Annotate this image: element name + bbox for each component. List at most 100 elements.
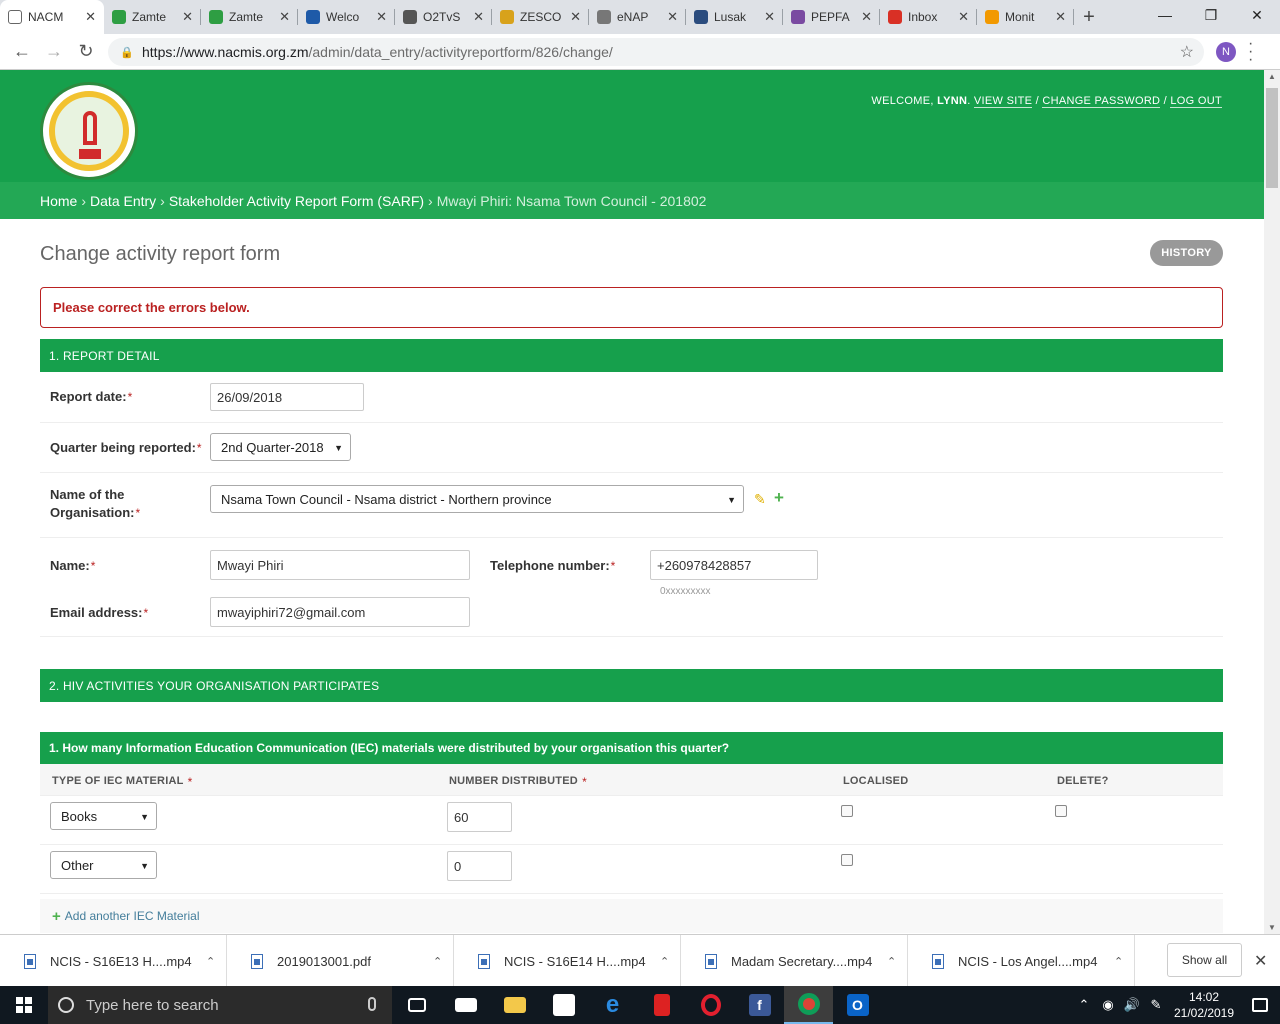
download-item[interactable]: Madam Secretary....mp4 ⌃ xyxy=(681,935,908,987)
chrome-icon[interactable] xyxy=(784,986,833,1024)
add-plus-icon[interactable]: + xyxy=(774,488,784,508)
tray-chevron-up-icon[interactable]: ⌃ xyxy=(1072,997,1096,1013)
minimize-icon[interactable]: — xyxy=(1142,0,1188,30)
breadcrumb-home[interactable]: Home xyxy=(40,193,77,209)
name-input[interactable]: Mwayi Phiri xyxy=(210,550,470,580)
opera-icon[interactable] xyxy=(686,986,735,1024)
chevron-up-icon[interactable]: ⌃ xyxy=(887,955,907,968)
browser-tab[interactable]: ZESCO ✕ xyxy=(492,0,589,34)
edit-pencil-icon[interactable]: ✎ xyxy=(754,491,766,508)
download-name: Madam Secretary....mp4 xyxy=(731,953,873,969)
browser-menu-icon[interactable]: · · · xyxy=(1248,36,1253,68)
new-tab-button[interactable]: + xyxy=(1074,0,1104,34)
tab-title: Lusak xyxy=(714,10,747,24)
download-item[interactable]: NCIS - S16E14 H....mp4 ⌃ xyxy=(454,935,681,987)
number-distributed-input[interactable]: 0 xyxy=(447,851,512,881)
page-scrollbar[interactable]: ▲ ▼ xyxy=(1264,70,1280,934)
forward-icon[interactable]: → xyxy=(38,36,70,68)
tab-close-icon[interactable]: ✕ xyxy=(861,9,872,25)
volume-icon[interactable]: 🔊 xyxy=(1120,997,1144,1013)
bookmark-star-icon[interactable]: ☆ xyxy=(1180,42,1194,62)
delete-checkbox[interactable] xyxy=(1055,805,1067,817)
view-site-link[interactable]: VIEW SITE xyxy=(973,95,1033,108)
tab-close-icon[interactable]: ✕ xyxy=(667,9,678,25)
browser-tab[interactable]: Welco ✕ xyxy=(298,0,395,34)
file-explorer-icon[interactable] xyxy=(490,986,539,1024)
scrollbar-thumb[interactable] xyxy=(1266,88,1278,188)
iec-question-heading: 1. How many Information Education Commun… xyxy=(40,732,1223,764)
back-icon[interactable]: ← xyxy=(6,36,38,68)
browser-tab[interactable]: NACM ✕ xyxy=(0,0,104,34)
localised-checkbox[interactable] xyxy=(841,854,853,866)
task-view-icon[interactable] xyxy=(392,986,441,1024)
browser-tab[interactable]: eNAP ✕ xyxy=(589,0,686,34)
mail-icon[interactable] xyxy=(441,986,490,1024)
tab-close-icon[interactable]: ✕ xyxy=(376,9,387,25)
telephone-input[interactable]: +260978428857 xyxy=(650,550,818,580)
restore-icon[interactable]: ❐ xyxy=(1188,0,1234,30)
browser-tab[interactable]: O2TvS ✕ xyxy=(395,0,492,34)
close-window-icon[interactable]: ✕ xyxy=(1234,0,1280,30)
report-date-input[interactable]: 26/09/2018 xyxy=(210,383,364,411)
start-button[interactable] xyxy=(0,986,48,1024)
chevron-up-icon[interactable]: ⌃ xyxy=(660,955,680,968)
network-icon[interactable]: ◉ xyxy=(1096,997,1120,1013)
tab-close-icon[interactable]: ✕ xyxy=(279,9,290,25)
tab-title: Zamte xyxy=(132,10,167,24)
add-iec-material-link[interactable]: + Add another IEC Material xyxy=(40,899,1223,933)
close-download-bar-icon[interactable]: ✕ xyxy=(1254,951,1267,971)
tab-close-icon[interactable]: ✕ xyxy=(570,9,581,25)
localised-checkbox[interactable] xyxy=(841,805,853,817)
page-viewport: WELCOME, LYNN. VIEW SITE / CHANGE PASSWO… xyxy=(0,70,1264,934)
log-out-link[interactable]: LOG OUT xyxy=(1170,95,1222,108)
breadcrumb-data-entry[interactable]: Data Entry xyxy=(90,193,156,209)
quarter-select[interactable]: 2nd Quarter-2018 ▼ xyxy=(210,433,351,461)
browser-tab[interactable]: Monit ✕ xyxy=(977,0,1074,34)
browser-tab[interactable]: Inbox ✕ xyxy=(880,0,977,34)
outlook-icon[interactable]: O xyxy=(833,986,882,1024)
tab-close-icon[interactable]: ✕ xyxy=(958,9,969,25)
tab-close-icon[interactable]: ✕ xyxy=(182,9,193,25)
facebook-icon[interactable]: f xyxy=(735,986,784,1024)
tab-close-icon[interactable]: ✕ xyxy=(1055,9,1066,25)
tab-close-icon[interactable]: ✕ xyxy=(85,9,96,25)
iec-type-select[interactable]: Other ▼ xyxy=(50,851,157,879)
browser-tab[interactable]: PEPFA ✕ xyxy=(783,0,880,34)
tab-close-icon[interactable]: ✕ xyxy=(764,9,775,25)
download-item[interactable]: NCIS - Los Angel....mp4 ⌃ xyxy=(908,935,1135,987)
download-item[interactable]: 2019013001.pdf ⌃ xyxy=(227,935,454,987)
iec-type-select[interactable]: Books ▼ xyxy=(50,802,157,830)
notification-center-icon[interactable] xyxy=(1240,986,1280,1024)
ribbon-icon xyxy=(83,111,97,145)
number-distributed-input[interactable]: 60 xyxy=(447,802,512,832)
quarter-value: 2nd Quarter-2018 xyxy=(221,439,324,455)
name-label: Name:* xyxy=(50,558,96,573)
organisation-select[interactable]: Nsama Town Council - Nsama district - No… xyxy=(210,485,744,513)
scroll-down-icon[interactable]: ▼ xyxy=(1268,923,1276,932)
chevron-up-icon[interactable]: ⌃ xyxy=(206,955,226,968)
chevron-up-icon[interactable]: ⌃ xyxy=(433,955,453,968)
browser-tab[interactable]: Zamte ✕ xyxy=(201,0,298,34)
nac-logo[interactable] xyxy=(40,82,138,180)
url-input[interactable]: 🔒 https://www.nacmis.org.zm/admin/data_e… xyxy=(108,38,1204,66)
pen-icon[interactable]: ✎ xyxy=(1144,997,1168,1013)
download-item[interactable]: NCIS - S16E13 H....mp4 ⌃ xyxy=(0,935,227,987)
taskbar-search-input[interactable]: Type here to search xyxy=(48,986,392,1024)
browser-tab[interactable]: Zamte ✕ xyxy=(104,0,201,34)
show-all-downloads-button[interactable]: Show all xyxy=(1167,943,1242,977)
history-button[interactable]: HISTORY xyxy=(1150,240,1223,266)
edge-icon[interactable]: e xyxy=(588,986,637,1024)
email-input[interactable]: mwayiphiri72@gmail.com xyxy=(210,597,470,627)
profile-avatar[interactable]: N xyxy=(1216,42,1236,62)
chevron-up-icon[interactable]: ⌃ xyxy=(1114,955,1134,968)
taskbar-clock[interactable]: 14:02 21/02/2019 xyxy=(1168,989,1240,1021)
scroll-up-icon[interactable]: ▲ xyxy=(1268,72,1276,81)
breadcrumb-sarf[interactable]: Stakeholder Activity Report Form (SARF) xyxy=(169,193,424,209)
change-password-link[interactable]: CHANGE PASSWORD xyxy=(1042,95,1161,108)
tab-close-icon[interactable]: ✕ xyxy=(473,9,484,25)
browser-tab[interactable]: Lusak ✕ xyxy=(686,0,783,34)
microphone-icon[interactable] xyxy=(368,997,376,1011)
shield-icon[interactable] xyxy=(637,986,686,1024)
store-icon[interactable] xyxy=(539,986,588,1024)
reload-icon[interactable]: ↻ xyxy=(70,36,102,68)
